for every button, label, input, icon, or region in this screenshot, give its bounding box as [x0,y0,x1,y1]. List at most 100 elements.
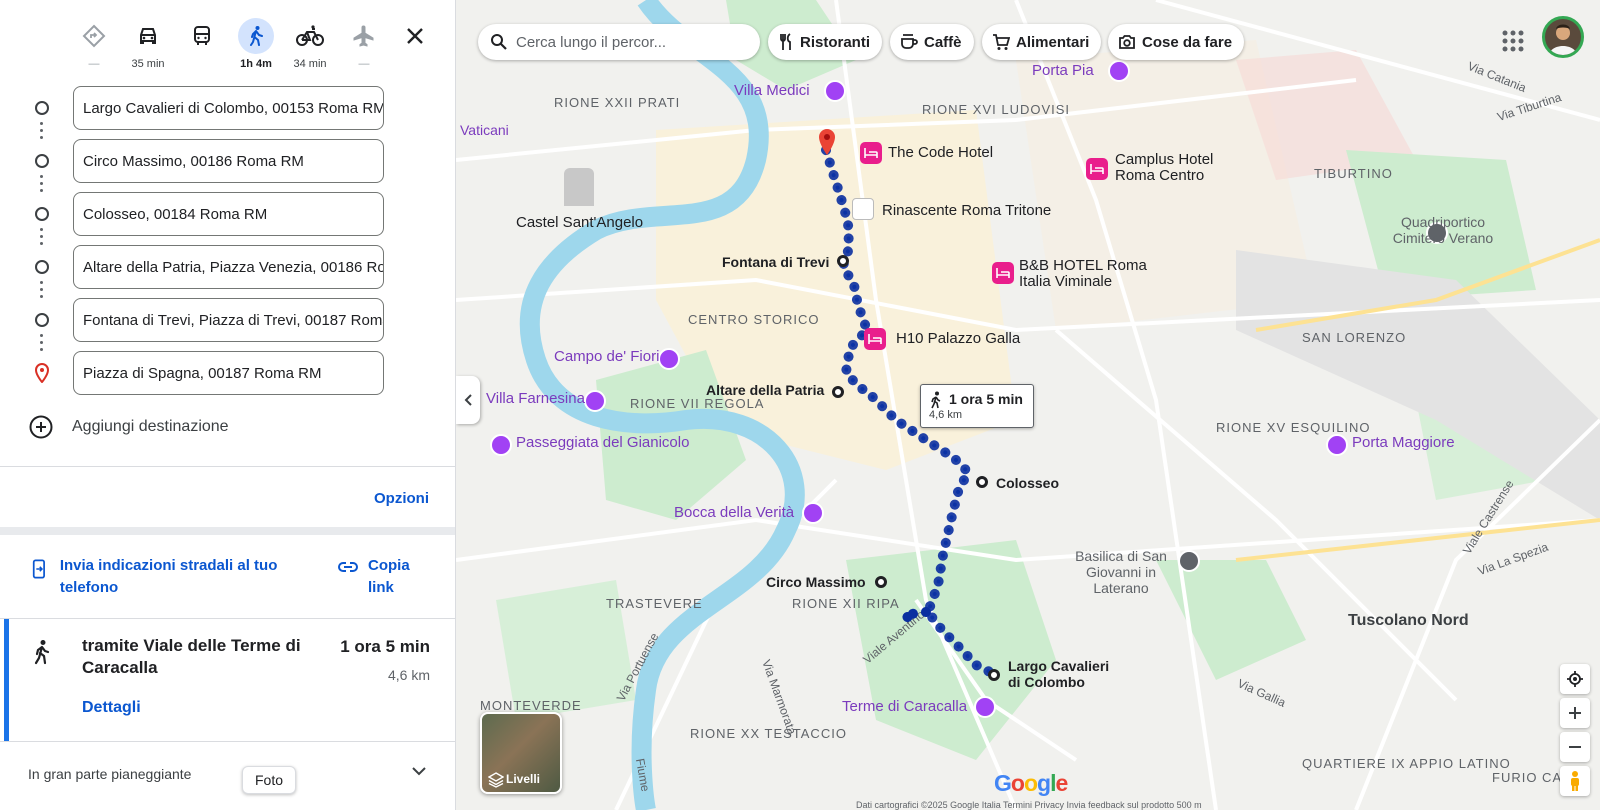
poi-label: Rinascente Roma Tritone [882,202,1052,219]
mode-transit-button[interactable] [178,18,226,58]
chevron-down-icon[interactable] [410,764,428,778]
waypoint-marker[interactable] [832,386,844,398]
terrain-summary: In gran parte pianeggiante [28,766,192,782]
send-to-phone-button[interactable]: Invia indicazioni stradali al tuo telefo… [32,555,302,599]
landmark-icon[interactable] [824,80,846,102]
poi-label: Castel Sant'Angelo [516,214,644,231]
landmark-icon[interactable] [490,434,512,456]
mode-car-button[interactable]: 35 min [124,18,172,70]
mode-car-label: 35 min [131,58,165,70]
landmark-icon[interactable] [1326,434,1348,456]
close-directions-button[interactable] [401,22,429,50]
stop-input-5[interactable]: Fontana di Trevi, Piazza di Trevi, 00187… [73,298,384,342]
connector-dots [40,334,44,352]
mode-walk-button[interactable]: 1h 4m [232,18,280,70]
waypoint-marker[interactable] [875,576,887,588]
shopping-cart-icon [993,34,1010,50]
waypoint-marker[interactable] [976,476,988,488]
stop-input-start[interactable]: Largo Cavalieri di Colombo, 00153 Roma R… [73,86,384,130]
zoom-in-button[interactable] [1560,698,1590,728]
waypoint-label: Fontana di Trevi [722,254,830,270]
mode-best-button[interactable]: — [70,18,118,70]
zoom-out-button[interactable] [1560,732,1590,762]
chip-cafes[interactable]: Caffè [890,24,974,60]
landmark-icon[interactable] [974,696,996,718]
chip-things-to-do[interactable]: Cose da fare [1108,24,1245,60]
selected-route-accent [4,619,9,741]
mode-flight-button[interactable]: — [340,18,388,70]
chip-restaurants[interactable]: Ristoranti [768,24,883,60]
map-canvas[interactable]: RIONE XXII PRATI RIONE XVI LUDOVISI TIBU… [456,0,1600,810]
hotel-label: Camplus Hotel Roma Centro [1115,151,1214,184]
my-location-button[interactable] [1560,664,1590,694]
poi-label: Campo de' Fiori [554,348,660,365]
store-icon[interactable] [852,198,874,220]
options-button[interactable]: Opzioni [374,490,429,507]
waypoint-marker[interactable] [837,255,849,267]
directions-diamond-icon [76,18,112,54]
chevron-left-icon [464,394,472,406]
bus-icon [184,18,220,54]
callout-distance: 4,6 km [929,409,963,421]
castle-icon[interactable] [564,168,594,206]
stop-input-3[interactable]: Colosseo, 00184 Roma RM [73,192,384,236]
stop-input-2[interactable]: Circo Massimo, 00186 Roma RM [73,139,384,183]
add-circle-icon [29,415,53,439]
poi-label: Terme di Caracalla [842,698,968,715]
collapse-panel-button[interactable] [456,376,480,424]
walk-icon [238,18,274,54]
car-icon [130,18,166,54]
landmark-icon[interactable] [584,390,606,412]
stop-row: Circo Massimo, 00186 Roma RM [0,139,455,192]
plus-icon [1569,707,1581,719]
search-icon [491,34,507,50]
avatar[interactable] [1542,16,1584,58]
callout-duration: 1 ora 5 min [949,391,1023,407]
send-to-phone-label: Invia indicazioni stradali al tuo telefo… [59,557,278,596]
walk-icon [931,391,941,409]
connector-dots [40,228,44,246]
stop-input-4[interactable]: Altare della Patria, Piazza Venezia, 001… [73,245,384,289]
waypoint-label: Circo Massimo [766,574,866,590]
apps-grid-icon[interactable] [1498,26,1528,56]
destination-pin-icon[interactable] [818,128,836,156]
layers-button[interactable]: Livelli [480,712,562,794]
copy-link-button[interactable]: Copia link [338,555,428,599]
camera-icon [1119,35,1135,49]
mode-bike-button[interactable]: 34 min [286,18,334,70]
chip-groceries[interactable]: Alimentari [982,24,1102,60]
hotel-icon[interactable] [992,262,1014,284]
poi-label: Quadriportico Cimitero Verano [1392,214,1494,246]
link-icon [338,562,358,572]
add-destination-button[interactable]: Aggiungi destinazione [28,414,229,440]
hotel-icon[interactable] [864,328,886,350]
copy-link-label: Copia link [368,557,410,596]
waypoint-circle-icon [35,154,49,168]
route-duration: 1 ora 5 min [340,637,430,656]
poi-label: Bocca della Verità [674,504,795,521]
church-icon[interactable] [1178,550,1200,572]
route-details-link[interactable]: Dettagli [82,699,141,717]
waypoint-circle-icon [35,313,49,327]
hotel-icon[interactable] [1086,158,1108,180]
hotel-icon[interactable] [860,142,882,164]
street-view-pegman-button[interactable] [1560,766,1590,796]
waypoint-marker[interactable] [988,669,1000,681]
chip-label: Caffè [924,33,962,51]
hotel-label: B&B HOTEL Roma Italia Viminale [1019,257,1147,290]
route-duration-callout[interactable]: 1 ora 5 min 4,6 km [920,384,1034,428]
route-option[interactable]: tramite Viale delle Terme di Caracalla 1… [0,619,455,741]
layers-label: Livelli [506,772,541,786]
layers-icon [488,772,504,788]
landmark-icon[interactable] [802,502,824,524]
connector-dots [40,281,44,299]
chip-label: Cose da fare [1142,33,1233,51]
landmark-icon[interactable] [658,348,680,370]
stops-list: Largo Cavalieri di Colombo, 00153 Roma R… [0,86,455,404]
landmark-icon[interactable] [1108,60,1130,82]
close-icon [407,28,423,44]
stop-input-destination[interactable]: Piazza di Spagna, 00187 Roma RM [73,351,384,395]
google-logo: Google [994,770,1068,796]
search-along-route-input[interactable]: Cerca lungo il percor... [478,24,760,60]
send-to-phone-icon [32,559,45,579]
